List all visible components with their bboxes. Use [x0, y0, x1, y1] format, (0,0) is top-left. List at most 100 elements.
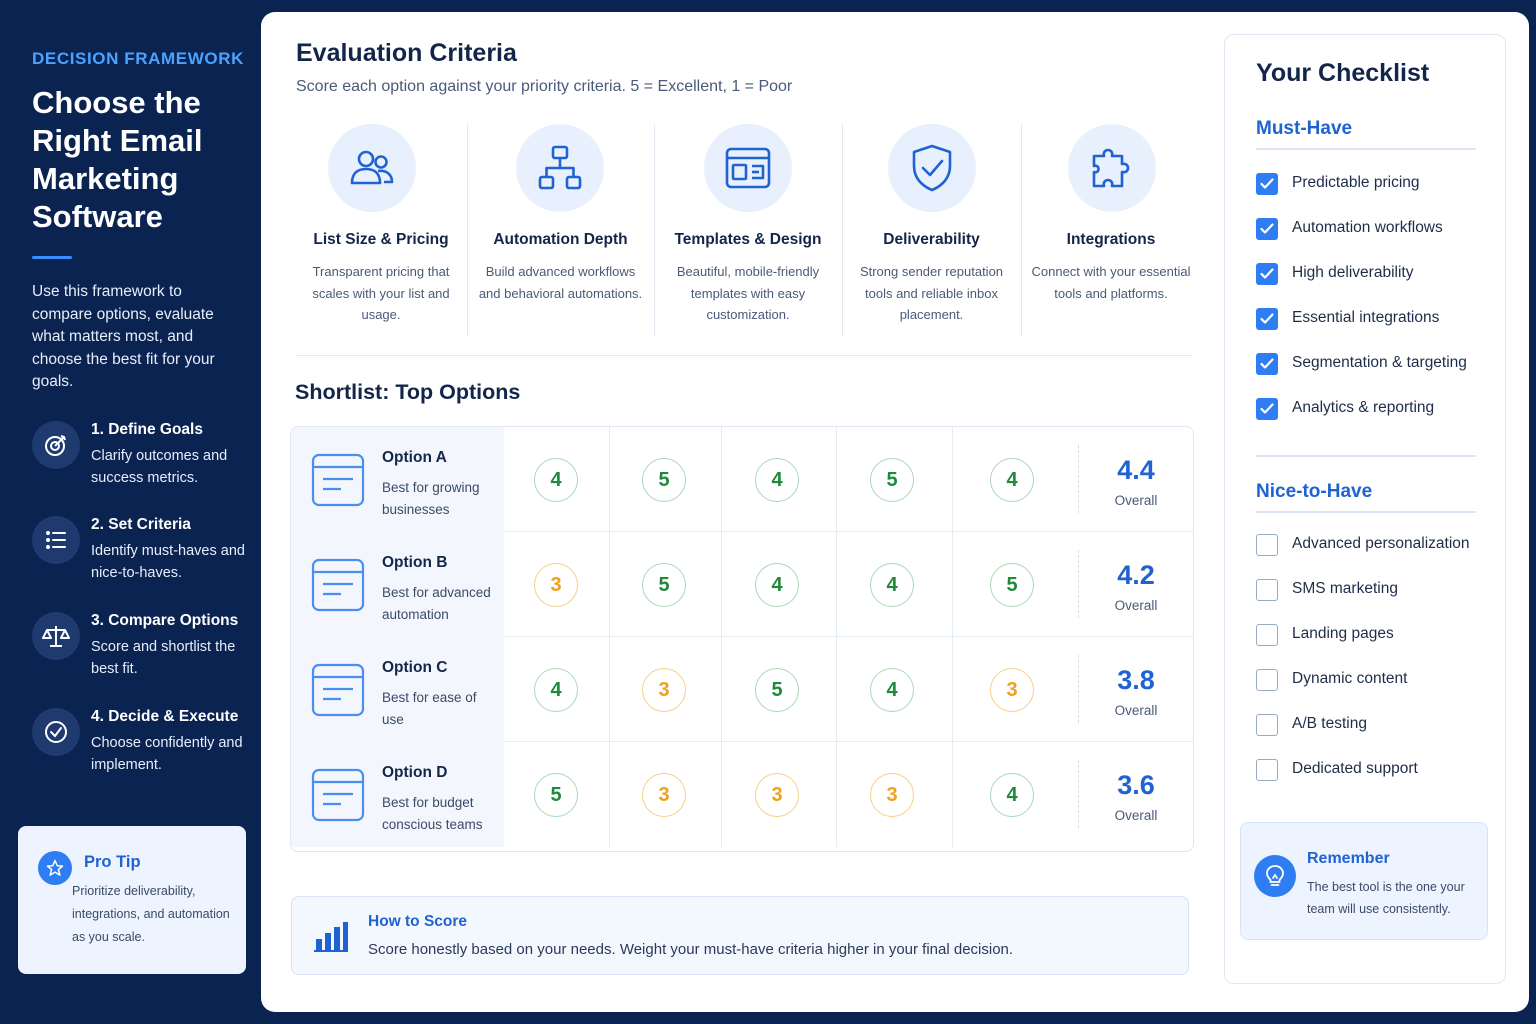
checklist-item-label: Dedicated support — [1292, 760, 1418, 777]
overall-divider — [1078, 760, 1079, 828]
checkbox-unchecked[interactable] — [1256, 579, 1278, 601]
score-badge: 5 — [642, 563, 686, 607]
step-desc: Choose confidently and implement. — [91, 735, 243, 773]
step-title: 3. Compare Options — [91, 612, 239, 629]
overall-label: Overall — [1114, 808, 1158, 823]
score-badge: 4 — [990, 773, 1034, 817]
criterion-templates-design: Templates & Design Beautiful, mobile-fri… — [654, 118, 842, 338]
nice-to-have-item[interactable]: SMS marketing — [1256, 578, 1496, 602]
nice-to-have-item[interactable]: Dedicated support — [1256, 758, 1496, 782]
score-badge: 4 — [755, 458, 799, 502]
option-row: Option B Best for advanced automation 3 5 4 4… — [291, 532, 1193, 637]
option-desc: Best for growing businesses — [382, 480, 480, 517]
overall-score: 4.2 — [1117, 560, 1155, 590]
option-name: Option A — [382, 449, 447, 466]
lightbulb-icon — [1254, 855, 1296, 897]
column-divider — [609, 637, 610, 742]
checkbox-checked[interactable] — [1256, 308, 1278, 330]
must-have-item[interactable]: Essential integrations — [1256, 307, 1496, 331]
how-to-score-title: How to Score — [368, 913, 468, 930]
criterion-desc: Build advanced workflows and behavioral … — [478, 264, 643, 301]
score-badge: 5 — [990, 563, 1034, 607]
score-badge: 3 — [990, 668, 1034, 712]
must-have-heading: Must-Have — [1256, 118, 1353, 139]
nice-to-have-item[interactable]: Landing pages — [1256, 623, 1496, 647]
score-badge: 3 — [534, 563, 578, 607]
puzzle-icon — [1068, 124, 1156, 212]
column-divider — [609, 742, 610, 847]
checkbox-unchecked[interactable] — [1256, 669, 1278, 691]
overall-score: 3.8 — [1117, 665, 1155, 695]
evaluation-subtitle: Score each option against your priority … — [296, 78, 793, 95]
checklist-item-label: SMS marketing — [1292, 580, 1398, 597]
sidebar-description: Use this framework to compare options, e… — [32, 283, 215, 390]
column-divider — [952, 532, 953, 637]
score-badge: 3 — [642, 668, 686, 712]
checkbox-unchecked[interactable] — [1256, 714, 1278, 736]
option-desc: Best for advanced automation — [382, 585, 491, 622]
score-badge: 4 — [534, 668, 578, 712]
nice-to-have-item[interactable]: Dynamic content — [1256, 668, 1496, 692]
column-divider — [836, 637, 837, 742]
must-have-item[interactable]: Automation workflows — [1256, 217, 1496, 241]
criterion-title: List Size & Pricing — [313, 231, 449, 248]
criterion-desc: Strong sender reputation tools and relia… — [859, 264, 1004, 322]
checklist-title: Your Checklist — [1256, 59, 1430, 87]
column-divider — [952, 637, 953, 742]
checkbox-unchecked[interactable] — [1256, 624, 1278, 646]
remember-card: Remember The best tool is the one your t… — [1240, 822, 1488, 940]
score-badge: 4 — [870, 668, 914, 712]
list-icon — [32, 516, 80, 564]
overall-divider — [1078, 655, 1079, 723]
checkbox-checked[interactable] — [1256, 398, 1278, 420]
overall-score: 3.6 — [1117, 770, 1155, 800]
option-desc: Best for budget conscious teams — [382, 795, 483, 832]
criterion-deliverability: Deliverability Strong sender reputation … — [842, 118, 1021, 338]
checkbox-unchecked[interactable] — [1256, 534, 1278, 556]
option-row: Option D Best for budget conscious teams 5… — [291, 742, 1193, 847]
overall-score: 4.4 — [1117, 455, 1155, 485]
column-divider — [836, 427, 837, 532]
nice-to-have-item[interactable]: Advanced personalization — [1256, 533, 1496, 557]
checkbox-checked[interactable] — [1256, 218, 1278, 240]
checkbox-checked[interactable] — [1256, 173, 1278, 195]
nice-to-have-divider — [1256, 511, 1476, 513]
remember-text: The best tool is the one your team will … — [1307, 880, 1465, 916]
step-set-criteria: 2. Set Criteria Identify must-haves and … — [32, 516, 254, 586]
criterion-desc: Transparent pricing that scales with you… — [312, 264, 450, 322]
document-icon — [311, 768, 365, 822]
option-name: Option C — [382, 659, 448, 676]
column-divider — [836, 532, 837, 637]
main-panel: Evaluation Criteria Score each option ag… — [261, 12, 1529, 1012]
nice-to-have-heading: Nice-to-Have — [1256, 481, 1373, 502]
column-divider — [952, 427, 953, 532]
overall-divider — [1078, 550, 1079, 618]
score-badge: 5 — [534, 773, 578, 817]
checkbox-checked[interactable] — [1256, 263, 1278, 285]
checkbox-checked[interactable] — [1256, 353, 1278, 375]
must-have-item[interactable]: Analytics & reporting — [1256, 397, 1496, 421]
evaluation-title: Evaluation Criteria — [296, 39, 517, 67]
overall-label: Overall — [1114, 703, 1158, 718]
page-title: Choose the Right Email Marketing Softwar… — [32, 85, 203, 234]
score-badge: 4 — [870, 563, 914, 607]
checklist-item-label: Analytics & reporting — [1292, 399, 1435, 416]
must-have-item[interactable]: Segmentation & targeting — [1256, 352, 1496, 376]
nice-to-have-item[interactable]: A/B testing — [1256, 713, 1496, 737]
must-have-item[interactable]: High deliverability — [1256, 262, 1496, 286]
score-badge: 3 — [642, 773, 686, 817]
option-label-cell: Option B Best for advanced automation — [291, 532, 504, 637]
criterion-title: Integrations — [1066, 231, 1156, 248]
must-have-item[interactable]: Predictable pricing — [1256, 172, 1496, 196]
shortlist-title: Shortlist: Top Options — [295, 380, 521, 404]
must-have-divider — [1256, 148, 1476, 150]
shield-check-icon — [888, 124, 976, 212]
users-icon — [328, 124, 416, 212]
score-badge: 5 — [642, 458, 686, 502]
step-title: 4. Decide & Execute — [91, 708, 239, 725]
step-desc: Identify must-haves and nice-to-haves. — [91, 543, 245, 581]
sidebar-kicker: DECISION FRAMEWORK — [32, 49, 244, 68]
score-badge: 5 — [755, 668, 799, 712]
remember-title: Remember — [1307, 850, 1390, 867]
checkbox-unchecked[interactable] — [1256, 759, 1278, 781]
